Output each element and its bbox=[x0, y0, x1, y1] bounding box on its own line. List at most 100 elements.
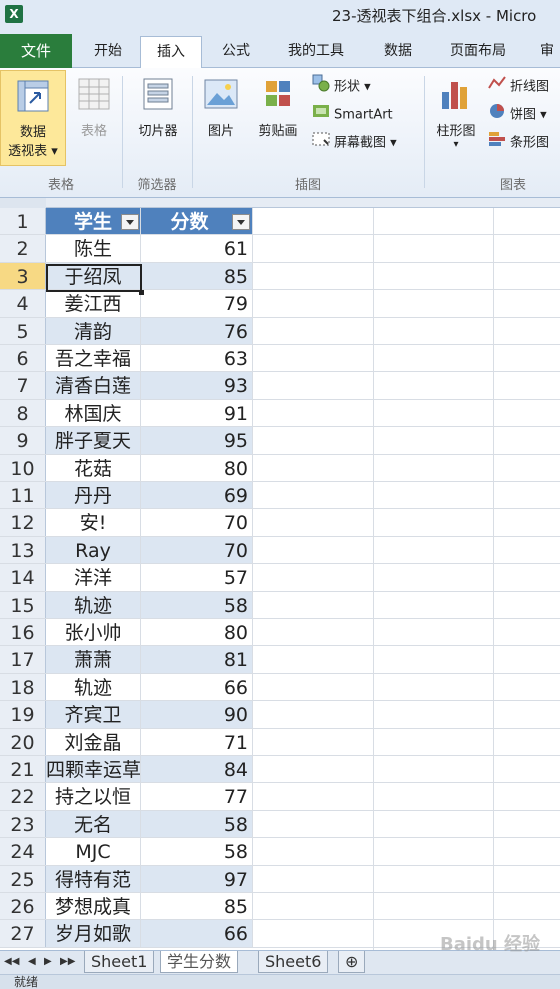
bar-chart-button[interactable]: 条形图 bbox=[488, 130, 549, 152]
student-name-cell[interactable]: 张小帅 bbox=[46, 619, 141, 646]
score-cell[interactable]: 85 bbox=[141, 262, 253, 290]
row-number[interactable]: 22 bbox=[0, 783, 46, 810]
row-number[interactable]: 16 bbox=[0, 619, 46, 646]
sheet-tab-sheet6[interactable]: Sheet6 bbox=[258, 951, 329, 973]
student-name-cell[interactable]: 陈生 bbox=[46, 235, 141, 262]
line-chart-button[interactable]: 折线图 bbox=[488, 74, 549, 96]
slicer-button[interactable]: 切片器 bbox=[128, 78, 188, 139]
student-name-cell[interactable]: 花菇 bbox=[46, 454, 141, 481]
worksheet-grid[interactable]: 1 学生 分数 2 陈生 61 3 于绍凤 85 4 姜江西 79 5 清韵 76 6 吾之幸福 63 7 清香… bbox=[0, 208, 560, 950]
score-cell[interactable]: 61 bbox=[141, 235, 253, 262]
score-cell[interactable]: 95 bbox=[141, 427, 253, 454]
sheet-tab-student-scores[interactable]: 学生分数 bbox=[160, 951, 239, 973]
row-number[interactable]: 24 bbox=[0, 838, 46, 865]
row-number[interactable]: 11 bbox=[0, 482, 46, 509]
tab-home[interactable]: 开始 bbox=[80, 36, 136, 68]
tab-my-tools[interactable]: 我的工具 bbox=[274, 36, 358, 68]
screenshot-button[interactable]: 屏幕截图 ▾ bbox=[312, 130, 397, 152]
row-number[interactable]: 5 bbox=[0, 317, 46, 344]
score-cell[interactable]: 58 bbox=[141, 810, 253, 838]
student-name-cell[interactable]: 洋洋 bbox=[46, 564, 141, 591]
tab-formulas[interactable]: 公式 bbox=[208, 36, 264, 68]
row-number[interactable]: 27 bbox=[0, 920, 46, 947]
student-name-cell[interactable]: 轨迹 bbox=[46, 673, 141, 701]
row-number[interactable]: 7 bbox=[0, 372, 46, 399]
select-all-corner[interactable] bbox=[0, 198, 46, 208]
row-number[interactable]: 2 bbox=[0, 235, 46, 262]
score-cell[interactable]: 84 bbox=[141, 756, 253, 783]
row-number[interactable]: 4 bbox=[0, 290, 46, 317]
first-sheet-icon[interactable]: ◀◀ bbox=[4, 956, 19, 967]
new-sheet-icon[interactable]: ⊕ bbox=[338, 951, 366, 973]
student-name-cell[interactable]: 刘金晶 bbox=[46, 728, 141, 755]
table-button[interactable]: 表格 bbox=[72, 78, 116, 139]
row-number[interactable]: 9 bbox=[0, 427, 46, 454]
row-number[interactable]: 12 bbox=[0, 509, 46, 536]
student-name-cell[interactable]: 清韵 bbox=[46, 317, 141, 344]
row-number[interactable]: 14 bbox=[0, 564, 46, 591]
filter-dropdown-icon[interactable] bbox=[232, 214, 250, 230]
tab-review[interactable]: 审 bbox=[534, 36, 560, 68]
picture-button[interactable]: 图片 bbox=[198, 78, 244, 139]
score-cell[interactable]: 66 bbox=[141, 920, 253, 947]
student-name-cell[interactable]: 丹丹 bbox=[46, 482, 141, 509]
student-name-cell[interactable]: 轨迹 bbox=[46, 591, 141, 618]
row-number[interactable]: 8 bbox=[0, 399, 46, 427]
row-number[interactable]: 19 bbox=[0, 701, 46, 728]
student-name-cell[interactable]: 胖子夏天 bbox=[46, 427, 141, 454]
score-cell[interactable]: 80 bbox=[141, 619, 253, 646]
tab-file[interactable]: 文件 bbox=[0, 34, 72, 68]
score-cell[interactable]: 93 bbox=[141, 372, 253, 399]
score-cell[interactable]: 69 bbox=[141, 482, 253, 509]
score-cell[interactable]: 90 bbox=[141, 701, 253, 728]
student-name-cell[interactable]: 无名 bbox=[46, 810, 141, 838]
row-number[interactable]: 13 bbox=[0, 536, 46, 564]
student-name-cell[interactable]: 得特有范 bbox=[46, 865, 141, 892]
student-name-cell[interactable]: 持之以恒 bbox=[46, 783, 141, 810]
score-cell[interactable]: 81 bbox=[141, 646, 253, 673]
student-name-cell[interactable]: 岁月如歌 bbox=[46, 920, 141, 947]
student-name-cell[interactable]: 齐宾卫 bbox=[46, 701, 141, 728]
prev-sheet-icon[interactable]: ◀ bbox=[28, 956, 36, 967]
score-cell[interactable]: 71 bbox=[141, 728, 253, 755]
row-number[interactable]: 20 bbox=[0, 728, 46, 755]
student-name-cell[interactable]: 清香白莲 bbox=[46, 372, 141, 399]
row-number[interactable]: 17 bbox=[0, 646, 46, 673]
row-number[interactable]: 23 bbox=[0, 810, 46, 838]
score-cell[interactable]: 70 bbox=[141, 536, 253, 564]
next-sheet-icon[interactable]: ▶ bbox=[44, 956, 52, 967]
student-name-cell[interactable]: 四颗幸运草 bbox=[46, 756, 141, 783]
clipart-button[interactable]: 剪贴画 bbox=[250, 78, 306, 139]
row-number[interactable]: 18 bbox=[0, 673, 46, 701]
column-chart-button[interactable]: 柱形图 ▾ bbox=[428, 78, 484, 150]
row-number[interactable]: 3 bbox=[0, 262, 46, 290]
pivot-table-button[interactable]: 数据 透视表 ▾ bbox=[0, 70, 66, 166]
student-name-cell[interactable]: 吾之幸福 bbox=[46, 345, 141, 372]
score-cell[interactable]: 58 bbox=[141, 591, 253, 618]
row-number[interactable]: 25 bbox=[0, 865, 46, 892]
score-cell[interactable]: 77 bbox=[141, 783, 253, 810]
tab-page-layout[interactable]: 页面布局 bbox=[438, 36, 518, 68]
tab-data[interactable]: 数据 bbox=[370, 36, 426, 68]
fill-handle[interactable] bbox=[139, 290, 144, 295]
student-name-cell[interactable]: 姜江西 bbox=[46, 290, 141, 317]
student-name-cell[interactable]: 梦想成真 bbox=[46, 893, 141, 920]
student-name-cell[interactable]: 萧萧 bbox=[46, 646, 141, 673]
score-cell[interactable]: 80 bbox=[141, 454, 253, 481]
student-name-cell[interactable]: MJC bbox=[46, 838, 141, 865]
row-number[interactable]: 1 bbox=[0, 208, 46, 235]
score-cell[interactable]: 79 bbox=[141, 290, 253, 317]
score-cell[interactable]: 70 bbox=[141, 509, 253, 536]
pie-chart-button[interactable]: 饼图 ▾ bbox=[488, 102, 547, 124]
score-cell[interactable]: 57 bbox=[141, 564, 253, 591]
sheet-tab-sheet1[interactable]: Sheet1 bbox=[84, 951, 155, 973]
last-sheet-icon[interactable]: ▶▶ bbox=[60, 956, 75, 967]
row-number[interactable]: 15 bbox=[0, 591, 46, 618]
score-cell[interactable]: 85 bbox=[141, 893, 253, 920]
filter-dropdown-icon[interactable] bbox=[121, 214, 139, 230]
row-number[interactable]: 21 bbox=[0, 756, 46, 783]
smartart-button[interactable]: SmartArt bbox=[312, 102, 393, 124]
student-name-cell[interactable]: 林国庆 bbox=[46, 399, 141, 427]
shapes-button[interactable]: 形状 ▾ bbox=[312, 74, 371, 96]
row-number[interactable]: 10 bbox=[0, 454, 46, 481]
